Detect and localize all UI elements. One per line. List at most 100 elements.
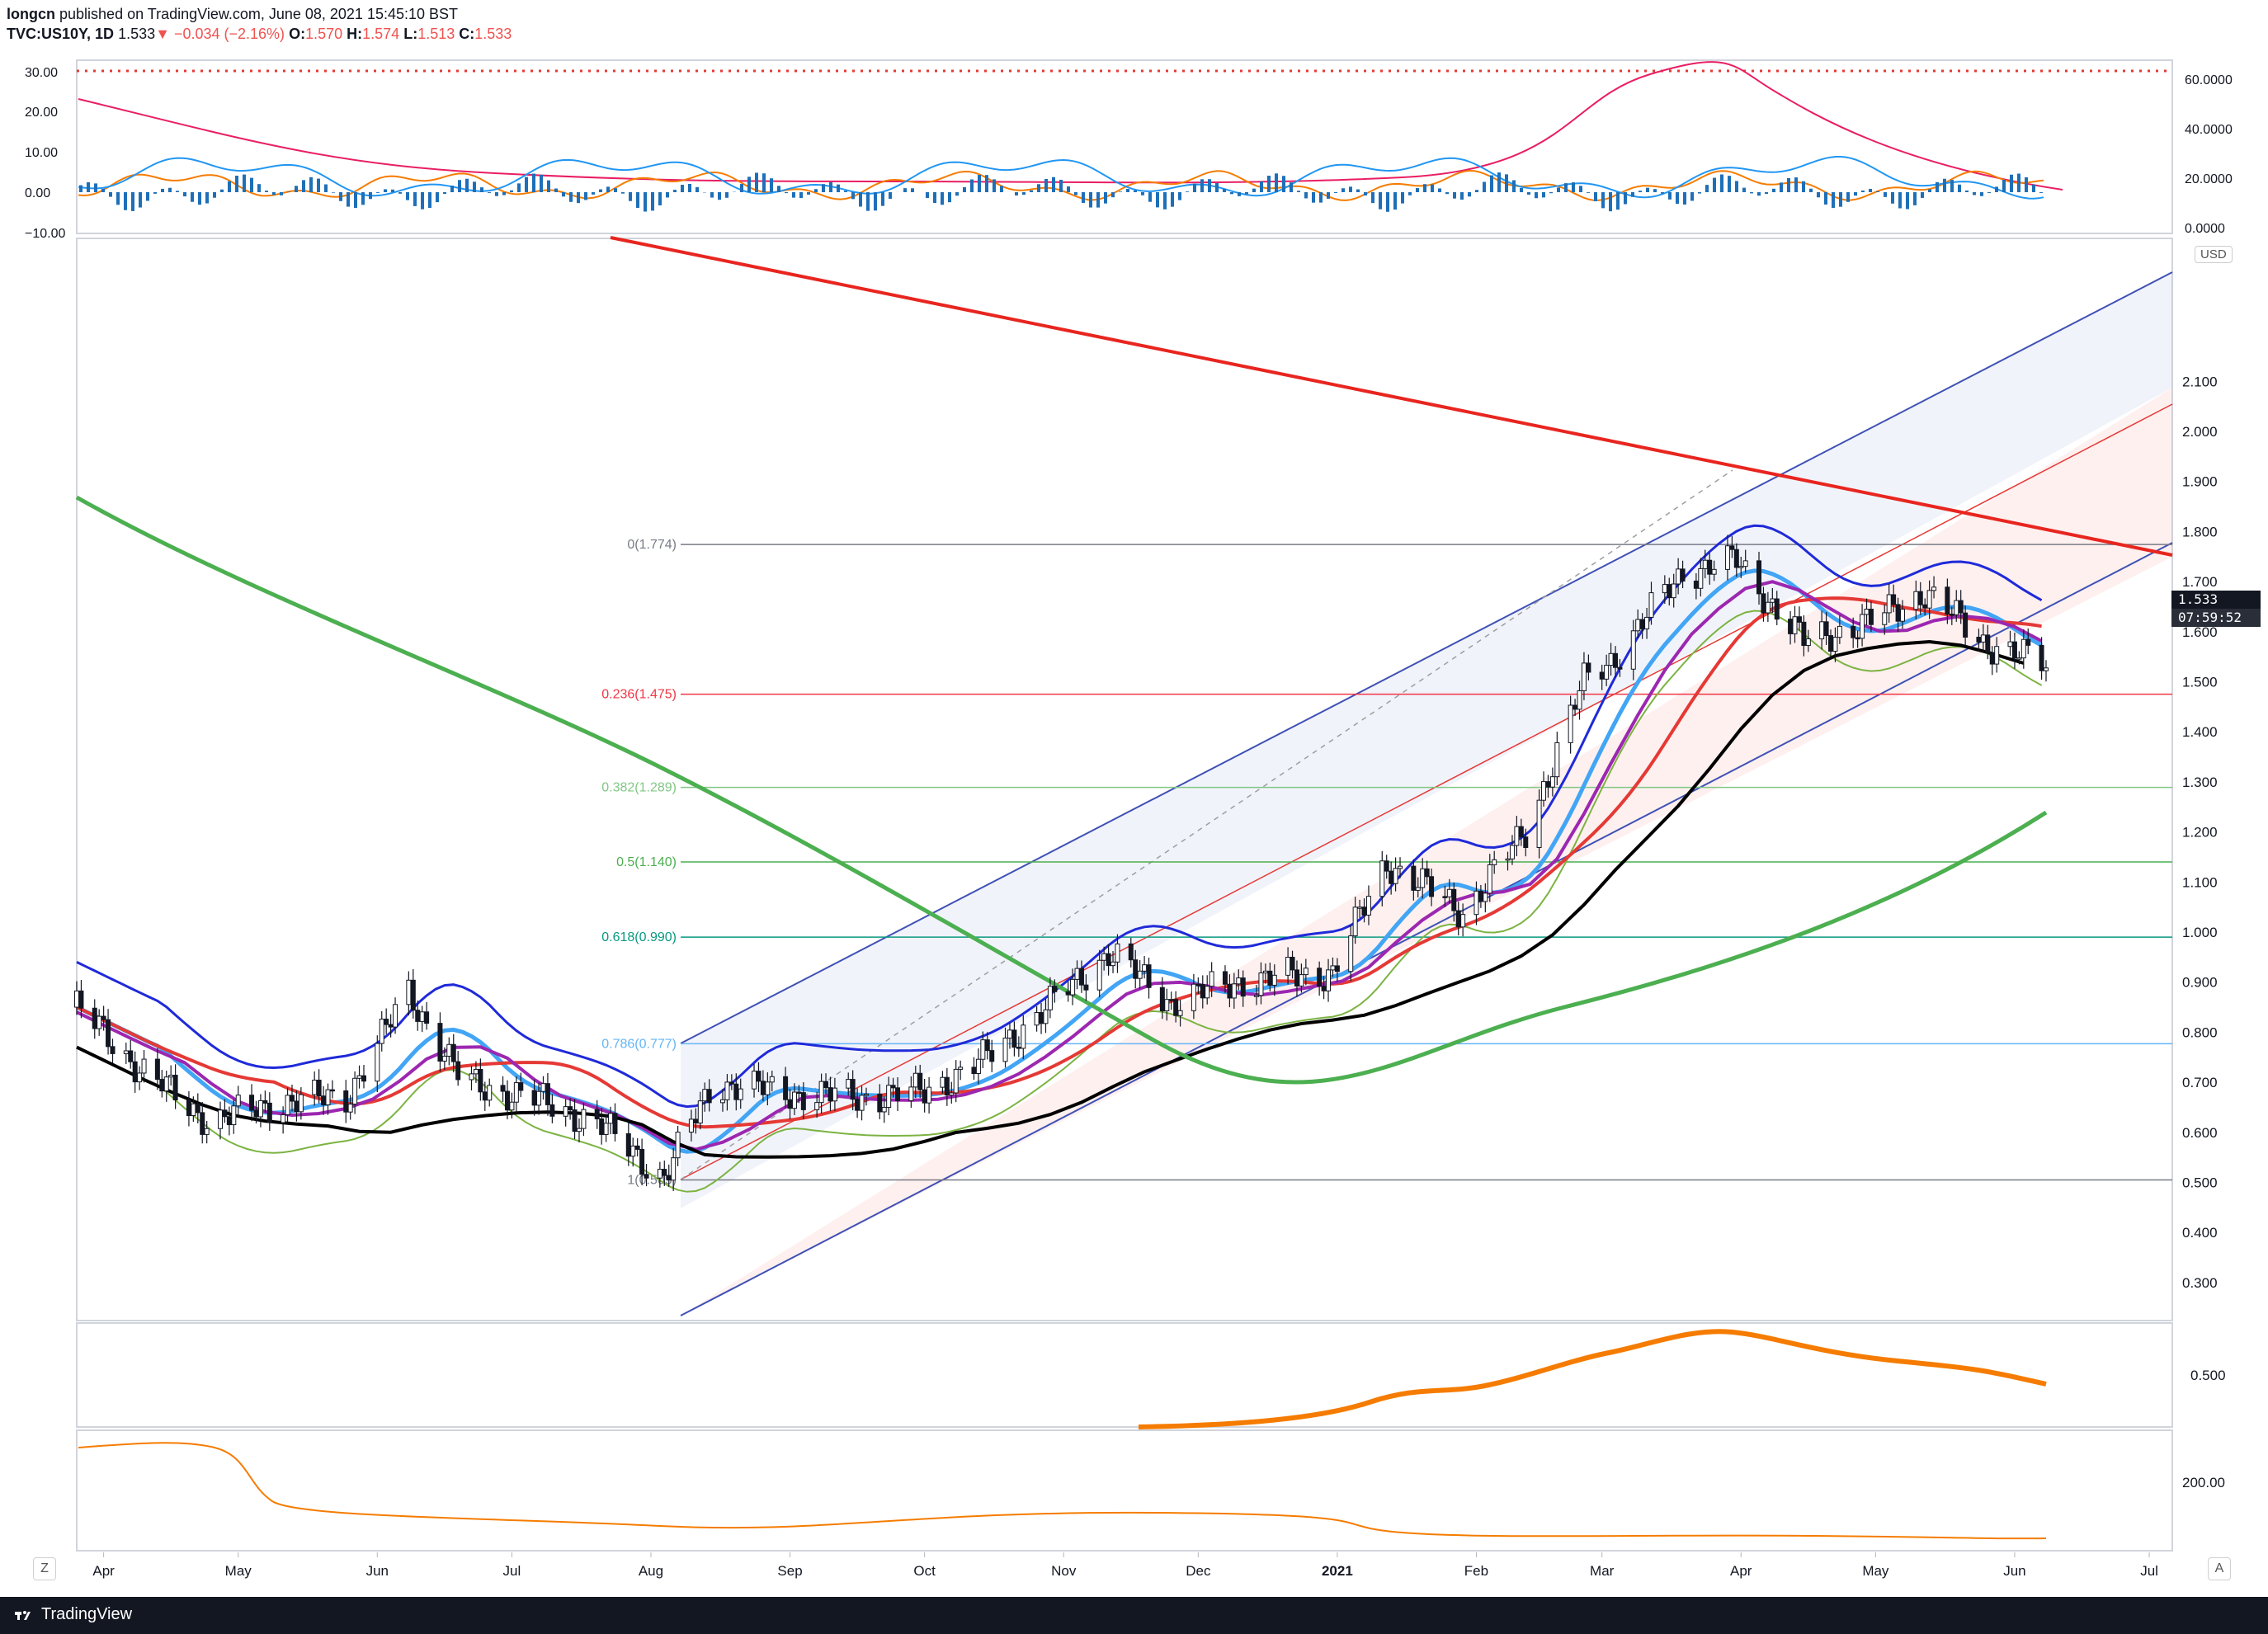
candle-body — [1860, 614, 1865, 639]
candle-body — [487, 1085, 493, 1101]
tradingview-brand[interactable]: TradingView — [41, 1605, 132, 1624]
candle-body — [1707, 559, 1713, 575]
candle-body — [2020, 638, 2026, 659]
bottom-orange-line — [78, 1442, 2047, 1540]
candle-body — [599, 1118, 605, 1135]
candle-body — [1379, 860, 1385, 897]
candle-body — [832, 1087, 837, 1102]
time-axis-label: Feb — [1464, 1563, 1488, 1579]
candle-body — [724, 1081, 730, 1100]
candle-body — [78, 990, 84, 1009]
candle-body — [1639, 619, 1645, 629]
top-left-tick-label: 10.00 — [25, 146, 58, 160]
candle-body — [132, 1061, 138, 1083]
candle-body — [1424, 868, 1430, 878]
candle-body — [1648, 592, 1654, 618]
candle-body — [895, 1087, 901, 1102]
price-tick-label: 1.200 — [2182, 825, 2218, 841]
candle-body — [329, 1089, 335, 1092]
candle-body — [531, 1090, 537, 1106]
candle-body — [437, 1023, 443, 1062]
candle-body — [141, 1058, 147, 1074]
time-axis-label: Oct — [913, 1563, 936, 1579]
candle-body — [675, 1132, 681, 1159]
candle-body — [1483, 892, 1488, 902]
candle-body — [877, 1093, 883, 1113]
candle-body — [639, 1148, 645, 1175]
chart-canvas[interactable]: 30.00 20.00 10.00 0.00 −10.00 60.0000 40.0000… — [0, 0, 2268, 1597]
candle-body — [1518, 826, 1524, 838]
candle-body — [1446, 888, 1452, 897]
candle-body — [662, 1169, 667, 1176]
price-tick-label: 2.100 — [2182, 374, 2218, 389]
candle-body — [441, 1055, 447, 1062]
candle-body — [783, 1076, 789, 1100]
candle-body — [881, 1107, 887, 1113]
candle-body — [1321, 986, 1327, 991]
candle-body — [1021, 1024, 1026, 1049]
candle-body — [1285, 957, 1291, 976]
candle-body — [1159, 987, 1165, 1012]
candle-body — [1415, 887, 1421, 891]
candle-body — [406, 979, 412, 1005]
candle-body — [765, 1081, 771, 1095]
candle-body — [478, 1068, 483, 1093]
candle-body — [1384, 860, 1389, 872]
candle-body — [1989, 652, 1995, 665]
candle-body — [186, 1100, 191, 1117]
top-left-tick-label: 20.00 — [25, 106, 58, 120]
candle-body — [796, 1091, 802, 1095]
price-tick-label: 1.400 — [2182, 724, 2218, 740]
price-tick-label: 1.500 — [2182, 675, 2218, 690]
candle-body — [1101, 953, 1107, 961]
candle-body — [940, 1076, 945, 1088]
candle-body — [312, 1080, 318, 1095]
candle-body — [410, 979, 416, 1011]
time-axis-label: Dec — [1186, 1563, 1211, 1579]
candle-body — [2039, 644, 2044, 671]
candle-body — [859, 1095, 865, 1111]
candle-body — [671, 1157, 677, 1181]
candle-body — [163, 1076, 169, 1092]
candle-body — [630, 1145, 636, 1157]
candle-body — [728, 1081, 734, 1085]
price-tick-label: 0.400 — [2182, 1225, 2218, 1241]
candle-body — [415, 1010, 421, 1022]
candle-body — [1078, 968, 1084, 986]
candle-body — [1630, 630, 1636, 670]
candle-body — [1805, 638, 1811, 647]
top-right-tick-label: 20.0000 — [2185, 172, 2233, 186]
auto-scale-button[interactable]: A — [2208, 1557, 2231, 1580]
top-left-tick-label: 0.00 — [25, 186, 50, 200]
candle-body — [1303, 968, 1308, 976]
candle-body — [1128, 943, 1134, 961]
candle-body — [1756, 560, 1762, 595]
candle-body — [1357, 906, 1363, 909]
candle-body — [1922, 604, 1928, 609]
candle-body — [1868, 609, 1874, 625]
candle-body — [469, 1073, 474, 1081]
candle-body — [1617, 666, 1623, 670]
candle-body — [1823, 621, 1829, 637]
zoom-button[interactable]: Z — [33, 1557, 56, 1580]
candle-body — [2044, 667, 2049, 671]
candle-body — [316, 1080, 322, 1097]
top-left-tick-label: 30.00 — [25, 66, 58, 80]
candle-body — [1034, 1012, 1040, 1026]
candle-body — [1770, 598, 1775, 603]
candle-body — [361, 1075, 366, 1082]
panel-frames — [76, 59, 2173, 1552]
candle-body — [74, 990, 79, 1008]
candle-body — [800, 1092, 806, 1110]
currency-label[interactable]: USD — [2195, 246, 2233, 263]
bottom-panel: 200.00 — [78, 1442, 2225, 1540]
candle-body — [2011, 641, 2017, 659]
candle-body — [1958, 600, 1964, 614]
candle-body — [450, 1043, 456, 1062]
candle-body — [828, 1087, 833, 1102]
candle-body — [769, 1076, 775, 1083]
price-tick-label: 1.000 — [2182, 925, 2218, 940]
candle-body — [285, 1095, 290, 1115]
candle-body — [1473, 890, 1479, 916]
candle-body — [1505, 858, 1511, 861]
